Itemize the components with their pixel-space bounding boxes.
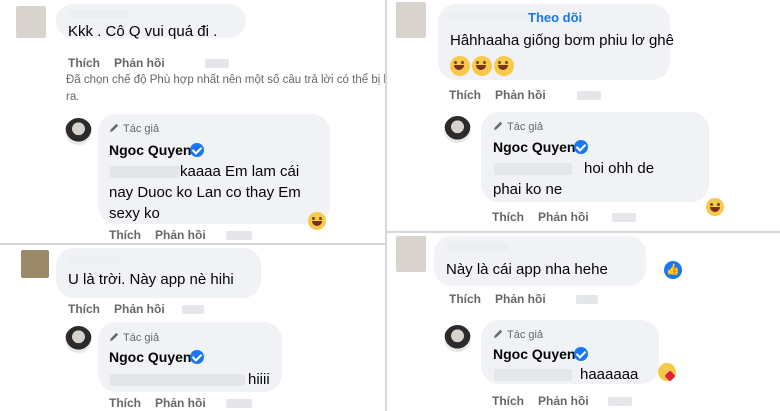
redacted-timestamp xyxy=(226,399,252,408)
author-badge: Tác giả xyxy=(109,331,159,344)
author-name[interactable]: Ngoc Quyen xyxy=(109,349,191,365)
reply-actions: Thích Phản hồi xyxy=(109,396,220,410)
filter-note: Đã chọn chế độ Phù hợp nhất nên một số c… xyxy=(66,74,386,103)
like-button[interactable]: Thích xyxy=(492,210,524,224)
verified-badge-icon xyxy=(574,140,588,154)
laugh-emoji-icon xyxy=(472,56,492,76)
reply-button[interactable]: Phản hồi xyxy=(495,292,546,306)
author-avatar[interactable] xyxy=(444,325,471,352)
comment-actions: Thích Phản hồi xyxy=(449,88,560,102)
reply-actions: Thích Phản hồi xyxy=(109,228,220,242)
reply-button[interactable]: Phản hồi xyxy=(114,302,165,316)
collage-divider-right xyxy=(386,231,780,233)
redacted-mention xyxy=(110,374,245,386)
comment-text: Kkk . Cô Q vui quá đi . xyxy=(68,23,218,40)
verified-badge-icon xyxy=(190,143,204,157)
like-button[interactable]: Thích xyxy=(68,302,100,316)
comment-text: Này là cái app nha hehe xyxy=(446,261,608,278)
author-badge: Tác giả xyxy=(493,120,543,133)
commenter-avatar[interactable] xyxy=(396,2,426,38)
comment-actions: Thích Phản hồi xyxy=(68,56,179,70)
reply-text: haaaaaa xyxy=(580,366,639,383)
panel-bottom-right: Này là cái app nha hehe 👍 Thích Phản hồi … xyxy=(386,232,780,411)
redacted-mention xyxy=(494,163,572,175)
pen-icon xyxy=(493,121,503,131)
author-label: Tác giả xyxy=(507,329,544,341)
redacted-name xyxy=(450,12,530,20)
redacted-mention xyxy=(110,166,180,178)
commenter-avatar[interactable] xyxy=(16,6,46,38)
redacted-timestamp xyxy=(182,305,204,314)
laugh-emoji-icon xyxy=(450,56,470,76)
follow-link[interactable]: Theo dõi xyxy=(528,10,582,25)
author-badge: Tác giả xyxy=(109,122,159,135)
redacted-name xyxy=(68,255,120,263)
redacted-timestamp xyxy=(226,231,252,240)
collage-divider-left xyxy=(0,243,386,245)
comment-text: U là trời. Này app nè hihi xyxy=(68,271,234,288)
reply-button[interactable]: Phản hồi xyxy=(114,56,165,70)
reply-text-line-3: sexy ko xyxy=(109,205,160,222)
author-name[interactable]: Ngoc Quyen xyxy=(493,139,575,155)
like-button[interactable]: Thích xyxy=(449,88,481,102)
author-avatar[interactable] xyxy=(65,326,92,353)
commenter-avatar[interactable] xyxy=(396,236,426,272)
collage-divider-vertical xyxy=(385,0,387,411)
pen-icon xyxy=(109,123,119,133)
redacted-timestamp xyxy=(608,397,632,406)
comment-actions: Thích Phản hồi xyxy=(68,302,179,316)
care-reaction-icon[interactable] xyxy=(658,363,676,381)
like-button[interactable]: Thích xyxy=(109,228,141,242)
reply-button[interactable]: Phản hồi xyxy=(538,210,589,224)
reply-text-line-2: phai ko ne xyxy=(493,181,563,198)
reply-actions: Thích Phản hồi xyxy=(492,394,603,408)
redacted-mention xyxy=(494,369,572,381)
author-label: Tác giả xyxy=(123,332,160,344)
pen-icon xyxy=(493,329,503,339)
reply-button[interactable]: Phản hồi xyxy=(155,228,206,242)
reply-button[interactable]: Phản hồi xyxy=(495,88,546,102)
reply-button[interactable]: Phản hồi xyxy=(538,394,589,408)
comment-text: Hâhhaaha giống bơm phiu lơ ghê xyxy=(450,32,674,49)
author-avatar[interactable] xyxy=(65,118,92,145)
author-label: Tác giả xyxy=(507,121,544,133)
laugh-emoji-icon xyxy=(494,56,514,76)
redacted-name xyxy=(68,10,128,18)
pen-icon xyxy=(109,332,119,342)
like-button[interactable]: Thích xyxy=(449,292,481,306)
author-label: Tác giả xyxy=(123,123,160,135)
reply-text-line-2: nay Duoc ko Lan co thay Em xyxy=(109,184,301,201)
like-button[interactable]: Thích xyxy=(68,56,100,70)
verified-badge-icon xyxy=(574,347,588,361)
like-reaction-icon[interactable]: 👍 xyxy=(664,261,682,279)
redacted-timestamp xyxy=(612,213,636,222)
redacted-timestamp xyxy=(577,91,601,100)
comment-actions: Thích Phản hồi xyxy=(449,292,560,306)
like-button[interactable]: Thích xyxy=(109,396,141,410)
reply-text: hiiii xyxy=(248,371,270,388)
redacted-timestamp xyxy=(205,59,229,68)
redacted-timestamp xyxy=(576,295,598,304)
reply-text-line-1: hoi ohh de xyxy=(584,160,655,177)
author-badge: Tác giả xyxy=(493,328,543,341)
reply-actions: Thích Phản hồi xyxy=(492,210,603,224)
commenter-avatar[interactable] xyxy=(21,250,49,278)
laugh-emoji-icon xyxy=(706,198,724,216)
reply-text-line-1: kaaaa Em lam cái xyxy=(180,163,300,180)
verified-badge-icon xyxy=(190,350,204,364)
redacted-name xyxy=(446,243,508,251)
author-name[interactable]: Ngoc Quyen xyxy=(493,346,575,362)
laugh-emoji-icon xyxy=(308,212,326,230)
like-button[interactable]: Thích xyxy=(492,394,524,408)
author-avatar[interactable] xyxy=(444,116,471,143)
panel-top-left: Kkk . Cô Q vui quá đi . Thích Phản hồi Đã… xyxy=(0,0,386,244)
author-name[interactable]: Ngoc Quyen xyxy=(109,142,191,158)
panel-top-right: Theo dõi Hâhhaaha giống bơm phiu lơ ghê … xyxy=(386,0,780,232)
panel-bottom-left: U là trời. Này app nè hihi Thích Phản hồi… xyxy=(0,244,386,411)
reply-button[interactable]: Phản hồi xyxy=(155,396,206,410)
